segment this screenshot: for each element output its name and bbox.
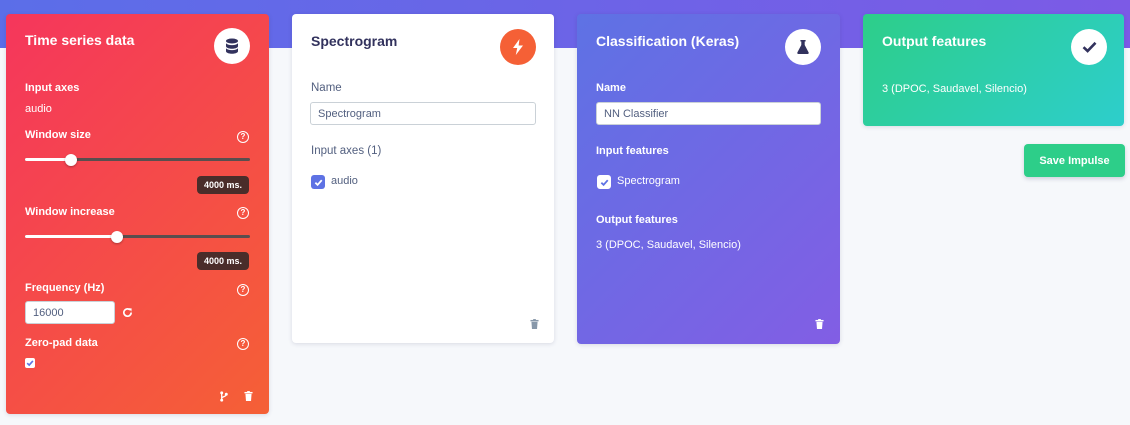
save-impulse-button[interactable]: Save Impulse xyxy=(1024,144,1125,177)
refresh-icon[interactable] xyxy=(122,307,133,318)
spectrogram-card: Spectrogram Name Input axes (1) audio xyxy=(292,14,554,343)
input-feature-option[interactable]: Spectrogram xyxy=(617,175,680,187)
time-series-card: Time series data Input axes audio Window… xyxy=(6,14,269,414)
output-icon-circle xyxy=(1071,29,1107,65)
zero-pad-label: Zero-pad data xyxy=(25,337,98,349)
output-features-card: Output features 3 (DPOC, Saudavel, Silen… xyxy=(863,14,1124,126)
zero-pad-help-icon[interactable]: ? xyxy=(237,338,249,350)
check-icon xyxy=(1082,41,1096,53)
trash-icon[interactable] xyxy=(244,391,253,401)
spectrogram-axis-checkbox[interactable] xyxy=(311,175,325,189)
window-size-slider[interactable] xyxy=(25,153,250,167)
time-series-title: Time series data xyxy=(25,32,135,48)
checkmark-icon xyxy=(314,179,322,186)
output-features-value: 3 (DPOC, Saudavel, Silencio) xyxy=(882,83,1027,95)
checkmark-icon xyxy=(600,179,608,186)
spectrogram-axis-option[interactable]: audio xyxy=(331,175,358,187)
trash-icon[interactable] xyxy=(530,319,539,329)
window-increase-help-icon[interactable]: ? xyxy=(237,207,249,219)
window-increase-thumb[interactable] xyxy=(111,231,123,243)
flask-icon xyxy=(797,40,809,54)
classification-output-features-value: 3 (DPOC, Saudavel, Silencio) xyxy=(596,239,741,251)
spectrogram-input-axes-label: Input axes (1) xyxy=(311,145,382,157)
classification-title: Classification (Keras) xyxy=(596,33,740,49)
window-increase-slider[interactable] xyxy=(25,230,250,244)
classification-output-features-label: Output features xyxy=(596,214,678,226)
input-features-label: Input features xyxy=(596,145,669,157)
time-series-icon-circle xyxy=(214,28,250,64)
frequency-label: Frequency (Hz) xyxy=(25,282,105,294)
classification-card: Classification (Keras) Name Input featur… xyxy=(577,14,840,344)
spectrogram-name-input[interactable] xyxy=(310,102,536,125)
window-size-help-icon[interactable]: ? xyxy=(237,131,249,143)
classification-icon-circle xyxy=(785,29,821,65)
input-axes-label: Input axes xyxy=(25,82,80,94)
lightning-bolt-icon xyxy=(513,39,523,55)
window-size-thumb[interactable] xyxy=(65,154,77,166)
classification-name-input[interactable] xyxy=(596,102,821,125)
window-size-label: Window size xyxy=(25,129,91,141)
checkmark-icon xyxy=(26,360,34,367)
window-increase-label: Window increase xyxy=(25,206,115,218)
frequency-input[interactable] xyxy=(25,301,115,324)
zero-pad-checkbox[interactable] xyxy=(25,358,35,368)
input-feature-checkbox[interactable] xyxy=(597,175,611,189)
spectrogram-title: Spectrogram xyxy=(311,33,398,49)
frequency-help-icon[interactable]: ? xyxy=(237,284,249,296)
spectrogram-icon-circle xyxy=(500,29,536,65)
window-size-value-badge: 4000 ms. xyxy=(197,176,250,194)
branch-icon[interactable] xyxy=(219,391,229,402)
database-icon xyxy=(226,38,238,54)
input-axes-value: audio xyxy=(25,103,52,115)
window-increase-value-badge: 4000 ms. xyxy=(197,252,250,270)
output-features-title: Output features xyxy=(882,33,987,49)
classification-name-label: Name xyxy=(596,82,626,94)
spectrogram-name-label: Name xyxy=(311,82,342,94)
trash-icon[interactable] xyxy=(815,319,824,329)
window-increase-fill xyxy=(25,235,117,238)
